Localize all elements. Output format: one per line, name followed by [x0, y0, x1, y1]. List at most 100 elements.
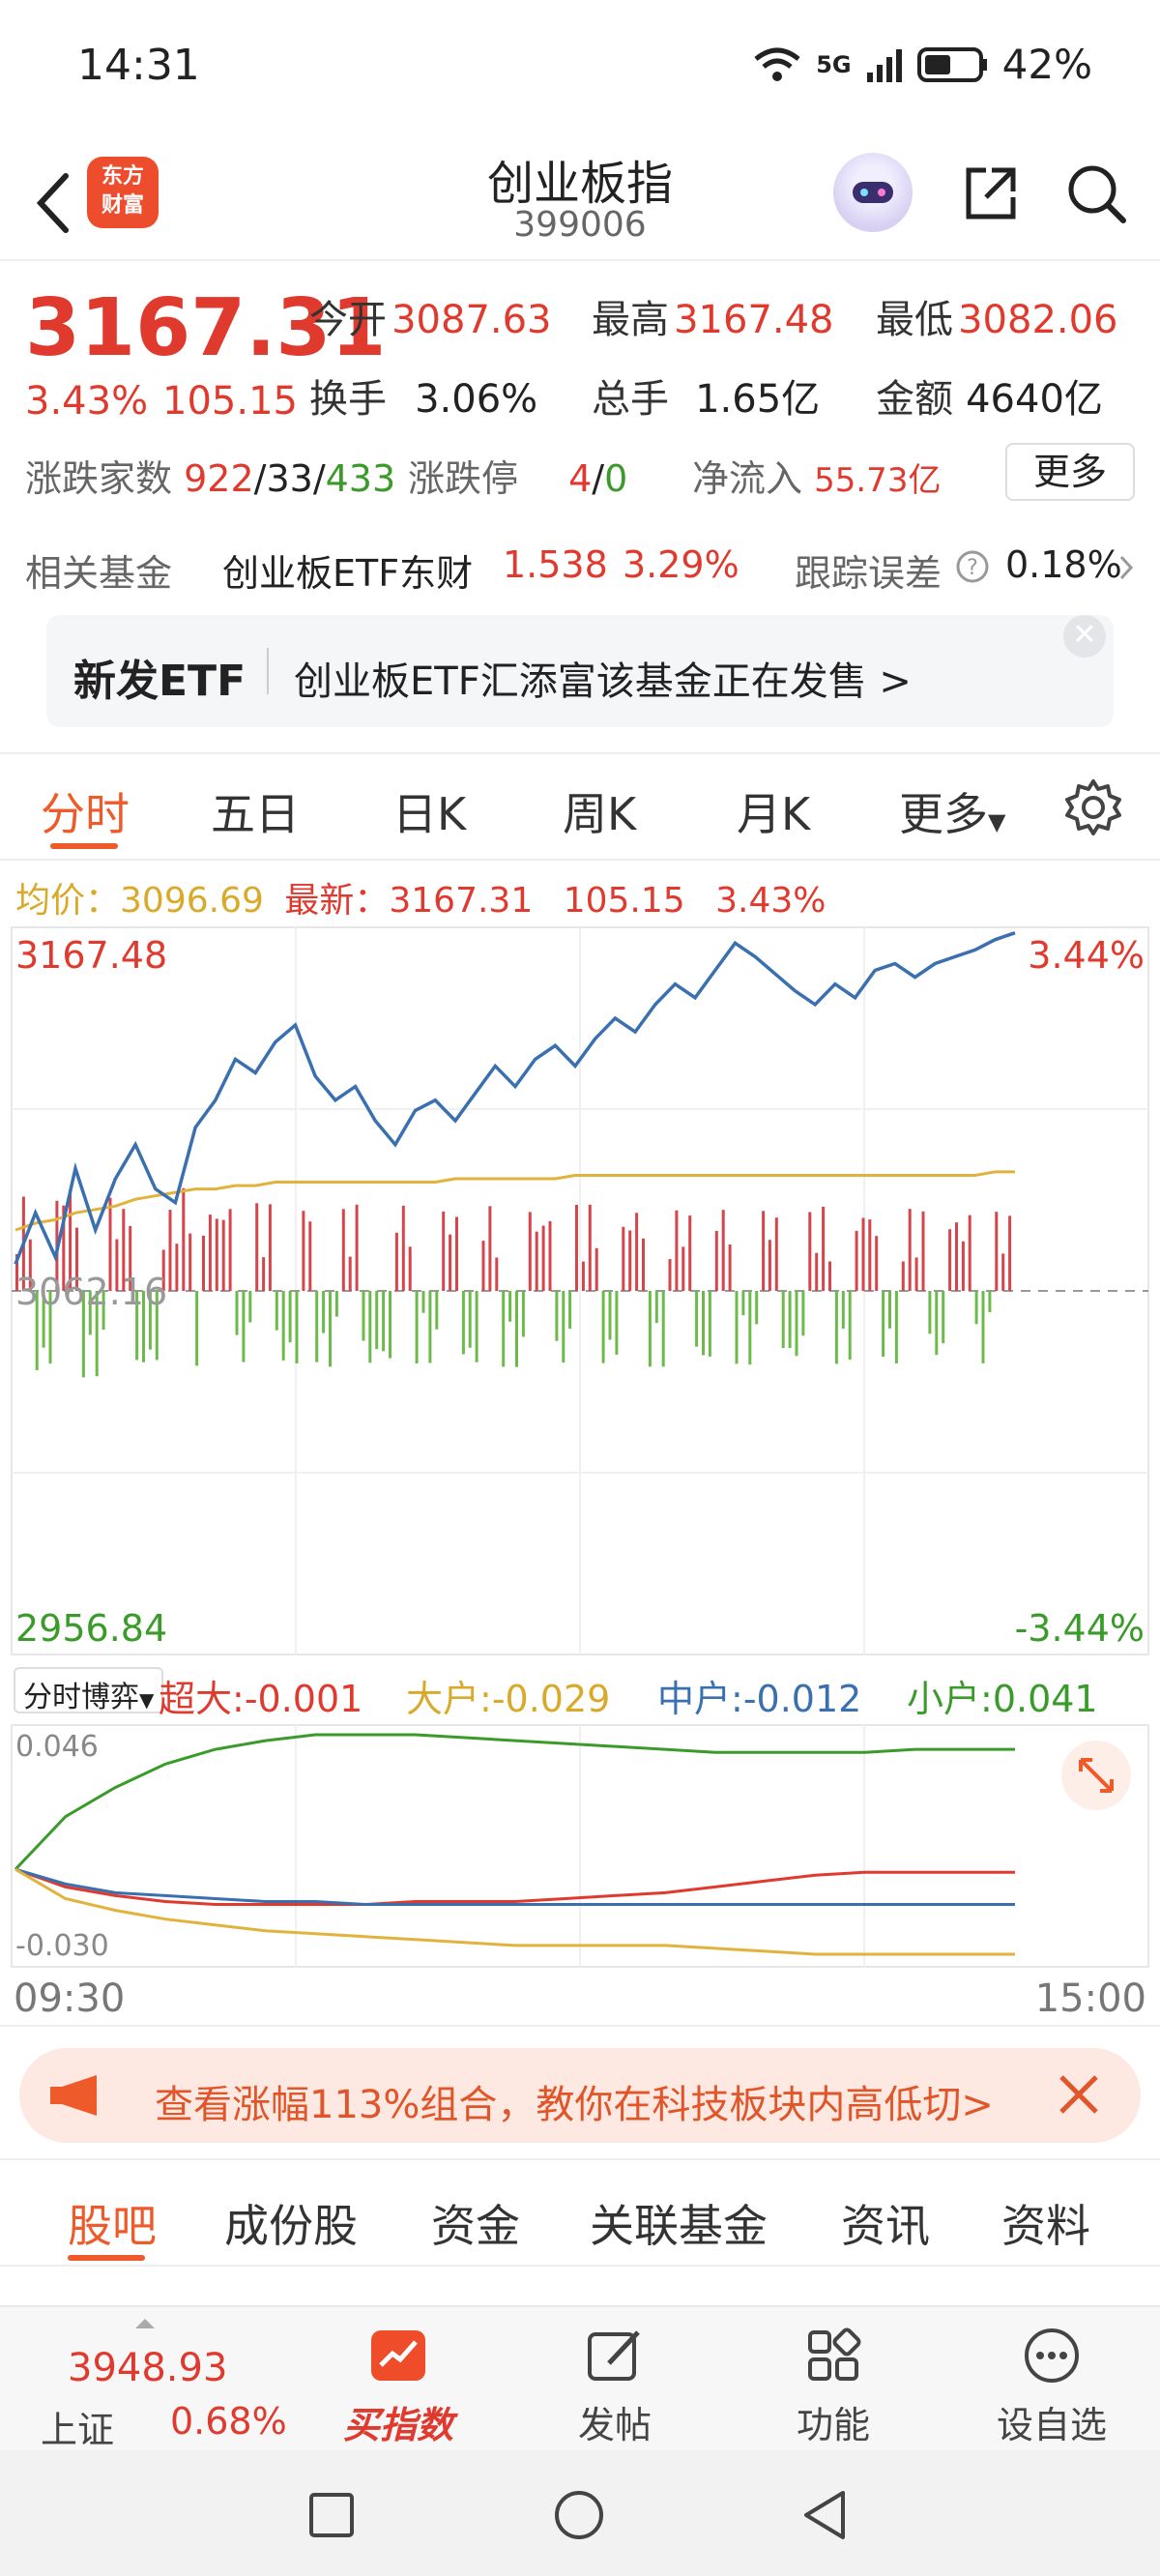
volume-bar	[502, 1291, 506, 1367]
flow-grid	[11, 1724, 1149, 1968]
tab-weekly-k[interactable]: 周K	[563, 779, 636, 843]
volume-bar	[788, 1291, 792, 1348]
promo-banner[interactable]: 查看涨幅113%组合，教你在科技板块内高低切>	[19, 2048, 1141, 2143]
volume-bar	[735, 1291, 739, 1364]
bottom-nav: 3948.93 上证 0.68% 买指数 发帖 功能 设自选	[0, 2305, 1160, 2451]
volume-bar	[894, 1291, 898, 1363]
header: 东方 财富 创业板指 399006	[0, 145, 1160, 261]
volume-bar	[348, 1256, 352, 1291]
tab-news[interactable]: 资讯	[841, 2191, 930, 2255]
close-icon[interactable]: ✕	[1063, 615, 1106, 658]
fund-name[interactable]: 创业板ETF东财	[222, 543, 473, 597]
tab-intraday[interactable]: 分时	[41, 779, 130, 843]
volume-bar	[721, 1210, 725, 1291]
volume-bar	[195, 1291, 199, 1366]
volume-bar	[974, 1291, 978, 1325]
volume-bar	[295, 1291, 299, 1363]
volume-bar	[268, 1204, 272, 1291]
volume-bar	[355, 1204, 359, 1291]
home-icon[interactable]	[553, 2489, 605, 2541]
low-label: 最低	[876, 298, 953, 342]
assistant-avatar[interactable]	[833, 153, 913, 232]
mid-flow: 中户:-0.012	[657, 1669, 861, 1722]
volume-bar	[801, 1291, 805, 1336]
volume-bar	[654, 1291, 658, 1324]
chart-bottom-pct: -3.44%	[1015, 1607, 1145, 1650]
volume-bar	[948, 1229, 952, 1291]
volume-bar	[675, 1210, 679, 1291]
price-info-line: 均价：3096.69 最新：3167.31 105.15 3.43%	[15, 872, 826, 922]
flow-selector-label: 分时博弈	[23, 1681, 139, 1714]
tab-constituents[interactable]: 成份股	[224, 2191, 358, 2255]
tab-related-funds[interactable]: 关联基金	[590, 2191, 768, 2255]
tab-forum[interactable]: 股吧	[68, 2191, 157, 2255]
add-watchlist-button[interactable]: 设自选	[984, 2327, 1119, 2448]
limit-down: 0	[604, 457, 628, 500]
expand-icon[interactable]	[1061, 1741, 1131, 1810]
volume-bar	[394, 1232, 398, 1291]
buy-index-button[interactable]: 买指数	[331, 2327, 466, 2448]
avg-value: 3096.69	[120, 881, 264, 921]
volume-bar	[688, 1215, 692, 1291]
time-axis: 09:30 15:00	[0, 1973, 1160, 2027]
volume-bar	[275, 1291, 278, 1331]
volume-bar	[888, 1291, 891, 1329]
small-label: 小户:	[907, 1678, 993, 1720]
netflow-stat: 净流入 55.73亿	[692, 449, 941, 502]
gear-icon[interactable]	[1063, 777, 1123, 837]
small-flow: 小户:0.041	[907, 1669, 1098, 1722]
volume-bar	[535, 1231, 538, 1291]
breadth-up: 922	[184, 457, 254, 500]
tab-funds-flow[interactable]: 资金	[431, 2191, 520, 2255]
tab-daily-k[interactable]: 日K	[392, 779, 466, 843]
more-button[interactable]: 更多	[1005, 443, 1135, 501]
post-button[interactable]: 发帖	[547, 2327, 682, 2448]
volume-bar	[461, 1291, 465, 1355]
tab-monthly-k[interactable]: 月K	[737, 779, 810, 843]
volume-bar	[774, 1217, 778, 1291]
volume-bar	[242, 1291, 246, 1362]
volume-bar	[695, 1291, 699, 1347]
volume-bar	[875, 1236, 879, 1291]
volume-bar	[508, 1291, 512, 1322]
big-value: -0.029	[491, 1678, 611, 1720]
volume-bar	[382, 1291, 386, 1352]
volume-bar	[848, 1291, 852, 1361]
volume-bar	[755, 1291, 759, 1325]
post-label: 发帖	[577, 2404, 652, 2446]
flow-chart[interactable]: 0.046 -0.030	[0, 1721, 1160, 1975]
change-percent: 3.43%	[25, 379, 149, 424]
etf-banner[interactable]: 新发ETF 创业板ETF汇添富该基金正在发售 > ✕	[46, 615, 1114, 727]
share-icon[interactable]	[957, 159, 1025, 226]
big-flow: 大户:-0.029	[406, 1669, 610, 1722]
amount-label: 金额	[876, 377, 953, 422]
volume-bar	[262, 1257, 266, 1291]
tab-profile[interactable]: 资料	[1001, 2191, 1090, 2255]
volume-stat: 总手 1.65亿	[592, 367, 820, 424]
volume-bar	[868, 1219, 872, 1291]
related-fund-row[interactable]: 相关基金 创业板ETF东财 1.538 3.29% 跟踪误差 ? 0.18%	[0, 530, 1160, 607]
volume-bar	[942, 1291, 945, 1344]
help-icon[interactable]: ?	[955, 549, 990, 584]
recent-apps-icon[interactable]	[307, 2491, 356, 2539]
back-nav-icon[interactable]	[800, 2489, 849, 2541]
volume-bar	[421, 1291, 425, 1313]
edit-icon	[588, 2330, 640, 2381]
flow-selector[interactable]: 分时博弈▼	[14, 1667, 164, 1714]
volume-bar	[281, 1291, 285, 1361]
fund-price: 1.538	[503, 543, 608, 586]
grid-icon	[808, 2327, 861, 2381]
search-icon[interactable]	[1061, 159, 1129, 226]
volume-bar	[708, 1291, 711, 1357]
volume-bar	[661, 1291, 665, 1367]
tab-more[interactable]: 更多▼	[899, 779, 1005, 843]
active-tab-indicator	[50, 843, 118, 849]
status-time: 14:31	[77, 41, 200, 90]
functions-button[interactable]: 功能	[766, 2327, 901, 2448]
close-icon[interactable]	[1052, 2067, 1106, 2122]
tab-five-day[interactable]: 五日	[211, 779, 300, 843]
caret-up-icon	[135, 2319, 155, 2328]
intraday-chart[interactable]: 3167.48 3.44% 3062.16 2956.84 -3.44%	[0, 923, 1160, 1658]
volume-bar	[455, 1216, 458, 1291]
robot-icon	[853, 182, 893, 203]
